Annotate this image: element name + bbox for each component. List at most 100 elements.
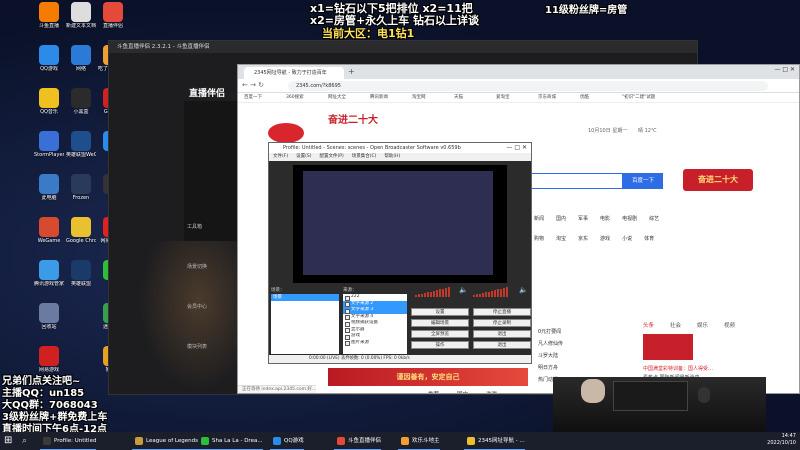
windows-start-icon[interactable]: ⊞	[4, 435, 16, 447]
bookmark-item[interactable]: 天猫	[454, 93, 463, 103]
bookmark-item[interactable]: 淘宝网	[412, 93, 426, 103]
news-tab[interactable]: 视频	[724, 323, 735, 329]
obs-preview[interactable]	[293, 165, 507, 283]
taskbar-item[interactable]: League of Legends	[132, 432, 198, 450]
desktop-icon[interactable]: StormPlayer	[34, 131, 64, 169]
desktop-icon[interactable]: 此电脑	[34, 174, 64, 212]
taskbar-clock[interactable]: 14:47 2022/10/10	[767, 433, 796, 447]
obs-button[interactable]: 操作	[411, 341, 469, 349]
hot-list-item[interactable]: 明日方舟	[538, 364, 563, 376]
douyu-side-item[interactable]: 工具箱	[187, 223, 202, 230]
promo-button[interactable]: 奋进二十大	[683, 169, 753, 191]
category-link[interactable]: 新闻	[534, 216, 544, 222]
red-banner[interactable]: 谨因善有，安定自己	[328, 368, 528, 386]
douyu-side-item[interactable]: 会员中心	[187, 303, 207, 310]
category-link[interactable]: 游戏	[600, 236, 610, 242]
desktop-icon[interactable]: 直播伴侣	[98, 2, 128, 40]
desktop-icon[interactable]: QQ音乐	[34, 88, 64, 126]
desktop-icon[interactable]: 腾讯游戏管家	[34, 260, 64, 298]
obs-window-controls[interactable]: — □ ✕	[506, 143, 527, 153]
obs-menu-item[interactable]: 帮助(H)	[384, 154, 400, 159]
bottom-tab[interactable]: 游戏	[486, 392, 497, 393]
hot-list-item[interactable]: 0元打要闻	[538, 328, 563, 340]
news-thumbnail[interactable]	[643, 334, 693, 360]
bookmark-item[interactable]: 网址大全	[328, 93, 346, 103]
desktop-icon[interactable]: 斗鱼直播	[34, 2, 64, 40]
bookmark-item[interactable]: 优酷	[580, 93, 589, 103]
scene-item[interactable]: 场景	[271, 294, 339, 301]
search-input[interactable]	[523, 173, 623, 189]
obs-button[interactable]: 停止直播	[473, 308, 531, 316]
chrome-tab[interactable]: 2345网址导航 - 致力于打造百年	[244, 67, 344, 79]
top-promo-banner[interactable]: 奋进二十大	[328, 111, 378, 126]
bookmark-item[interactable]: "初识"二建"试题	[622, 93, 655, 103]
obs-button[interactable]: 退出	[473, 330, 531, 338]
category-link[interactable]: 淘宝	[556, 236, 566, 242]
desktop-icon[interactable]: 英雄联盟	[66, 260, 96, 298]
address-bar[interactable]: 2345.com/?k8695	[288, 81, 768, 91]
taskbar-item[interactable]: 斗鱼直播伴侣	[334, 432, 382, 450]
obs-button[interactable]: 全屏预览	[411, 330, 469, 338]
taskbar-item[interactable]: 欢乐斗地主	[398, 432, 440, 450]
chrome-window-controls[interactable]: — □ ✕	[774, 66, 795, 73]
category-link[interactable]: 小说	[622, 236, 632, 242]
desktop-icon[interactable]: Google Chrome	[66, 217, 96, 255]
bottom-tab[interactable]: 推荐	[428, 392, 439, 393]
obs-menu-item[interactable]: 场景集合(C)	[352, 154, 377, 159]
category-link[interactable]: 体育	[644, 236, 654, 242]
obs-button[interactable]: 停止录制	[473, 319, 531, 327]
bookmark-item[interactable]: 爱淘宝	[496, 93, 510, 103]
scenes-list[interactable]: 场景	[271, 294, 339, 354]
obs-button[interactable]: 设置	[411, 308, 469, 316]
obs-menu-item[interactable]: 配置文件(P)	[319, 154, 343, 159]
category-link[interactable]: 综艺	[649, 216, 659, 222]
hot-list-item[interactable]: 凡人修仙传	[538, 340, 563, 352]
douyu-titlebar[interactable]: 斗鱼直播伴侣 2.3.2.1 - 斗鱼直播伴侣	[109, 41, 697, 53]
news-tab[interactable]: 头条	[643, 323, 654, 329]
sources-list[interactable]: 222 文字来源 2 文字来源 3 文字来源 4 视频捕获设备 显示器 游戏 图片来源	[343, 294, 407, 354]
desktop-icon[interactable]: 网络	[66, 45, 96, 83]
obs-menu-item[interactable]: 文件(F)	[273, 154, 288, 159]
douyu-side-item[interactable]: 模块列表	[187, 343, 207, 350]
desktop-icon[interactable]: QQ游戏	[34, 45, 64, 83]
nav-buttons[interactable]: ← → ↻	[242, 81, 264, 89]
obs-titlebar[interactable]: Profile: Untitled - Scenes: scenes - Ope…	[269, 143, 531, 153]
2345-logo-icon[interactable]	[268, 123, 304, 143]
desktop-icon[interactable]: 新建文本文档	[66, 2, 96, 40]
news-item[interactable]: 中国满堂彩特训备：国人得受…	[643, 365, 783, 374]
desktop-icon[interactable]: 回收站	[34, 303, 64, 341]
category-link[interactable]: 电视剧	[622, 216, 637, 222]
search-button[interactable]: 百度一下	[623, 173, 663, 189]
bookmark-item[interactable]: 腾讯新闻	[370, 93, 388, 103]
news-tab[interactable]: 社会	[670, 323, 681, 329]
new-tab-button[interactable]: +	[348, 67, 355, 76]
taskbar-item[interactable]: Profile: Untitled	[40, 432, 97, 450]
source-item[interactable]: 图片来源	[343, 340, 407, 347]
desktop-icon[interactable]: 英雄联盟WeGame版	[66, 131, 96, 169]
desktop-icon[interactable]: WeGame	[34, 217, 64, 255]
obs-menu-item[interactable]: 设置(S)	[296, 154, 311, 159]
category-link[interactable]: 购物	[534, 236, 544, 242]
obs-button[interactable]: 编辑场景	[411, 319, 469, 327]
taskbar-item[interactable]: Sha La La - Drea...	[198, 432, 263, 450]
hot-list-item[interactable]: 斗罗大陆	[538, 352, 563, 364]
bookmark-item[interactable]: 360搜索	[286, 93, 304, 103]
category-link[interactable]: 军事	[578, 216, 588, 222]
category-link[interactable]: 国内	[556, 216, 566, 222]
bookmark-item[interactable]: 百度一下	[244, 93, 262, 103]
weather-text[interactable]: 晴 12℃	[638, 127, 657, 134]
desktop-icon[interactable]: Frozen	[66, 174, 96, 212]
douyu-side-item[interactable]: 场景切换	[187, 263, 207, 270]
desktop-icon[interactable]: 小黑盒	[66, 88, 96, 126]
news-tab[interactable]: 娱乐	[697, 323, 708, 329]
category-link[interactable]: 京东	[578, 236, 588, 242]
taskbar-item[interactable]: QQ游戏	[270, 432, 304, 450]
mic-speaker-icon[interactable]: 🔈	[519, 286, 528, 294]
obs-button[interactable]: 退出	[473, 341, 531, 349]
bookmark-item[interactable]: 京东商城	[538, 93, 556, 103]
category-link[interactable]: 电影	[600, 216, 610, 222]
speaker-icon[interactable]: 🔈	[459, 286, 468, 294]
bottom-tab[interactable]: 国内	[457, 392, 468, 393]
taskbar-item[interactable]: 2345网址导航 - ...	[464, 432, 525, 450]
search-icon[interactable]: ⌕	[22, 435, 27, 447]
